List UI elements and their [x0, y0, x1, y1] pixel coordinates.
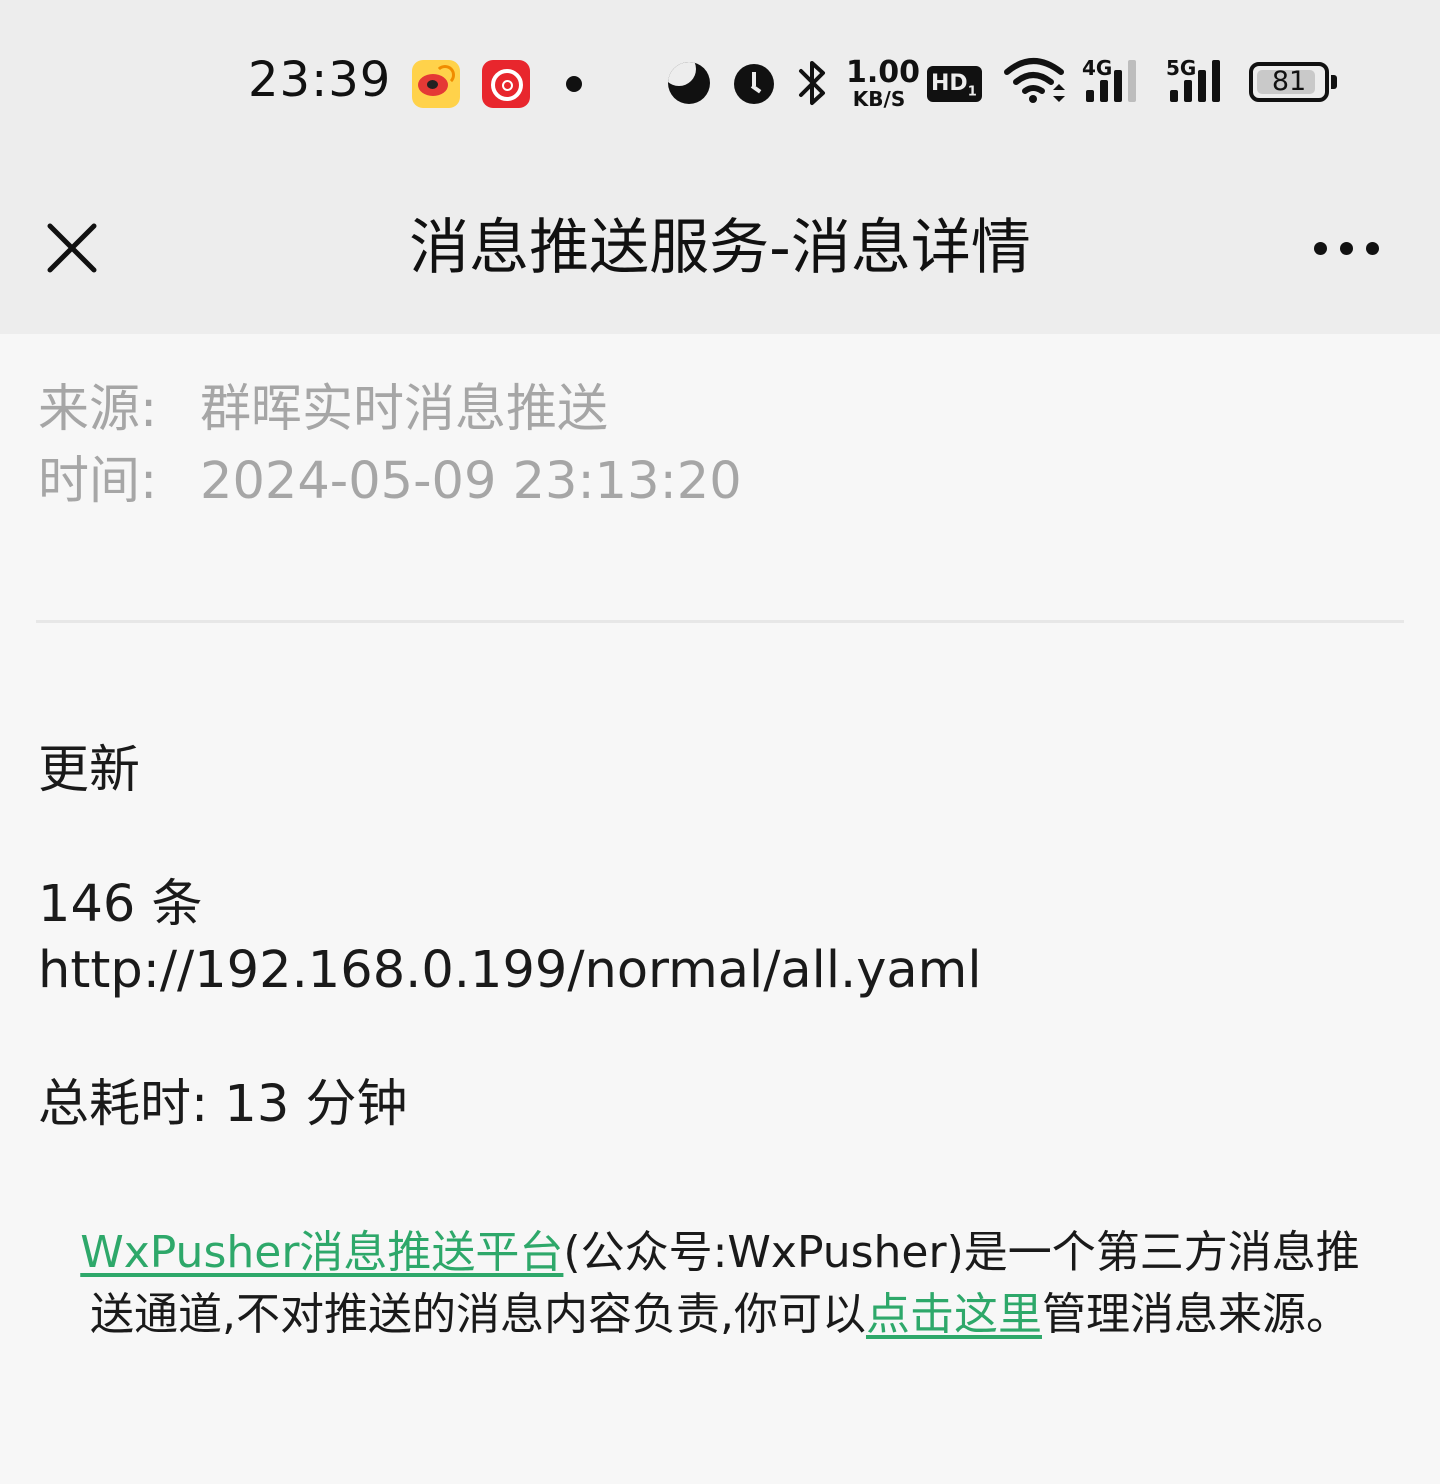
weibo-icon: [412, 60, 460, 108]
hd-label: HD: [931, 71, 968, 96]
battery-level: 81: [1271, 66, 1307, 97]
wxpusher-platform-link[interactable]: WxPusher消息推送平台: [80, 1227, 563, 1278]
wifi-icon: [1004, 58, 1065, 103]
time-value: 2024-05-09 23:13:20: [200, 452, 742, 511]
time-label: 时间:: [38, 452, 158, 511]
more-icon[interactable]: [1312, 236, 1380, 260]
source-row: 来源: 群晖实时消息推送: [38, 374, 742, 446]
alarm-icon: [734, 64, 774, 104]
status-bar: 23:39 1.00 KB/S HD1 4G 5G 81: [0, 0, 1440, 170]
manage-source-link[interactable]: 点击这里: [866, 1289, 1042, 1340]
network-speed-value: 1.00: [846, 55, 921, 90]
do-not-disturb-moon-icon: [668, 62, 710, 104]
disclaimer-text-2: 管理消息来源。: [1041, 1289, 1350, 1340]
signal-4g-label: 4G: [1082, 56, 1113, 80]
message-heading: 更新: [38, 741, 141, 800]
more-notifications-dot-icon: [566, 76, 582, 92]
cellular-signal-5g-icon: 5G: [1166, 56, 1226, 104]
cellular-signal-4g-icon: 4G: [1082, 56, 1142, 104]
message-count: 146 条: [38, 875, 203, 934]
bluetooth-icon: [799, 61, 825, 105]
divider: [36, 620, 1404, 623]
netease-cloud-music-icon: [482, 60, 530, 108]
close-icon[interactable]: [40, 216, 104, 280]
status-time: 23:39: [248, 52, 392, 108]
top-navigation-bar: 消息推送服务-消息详情: [0, 170, 1440, 334]
message-duration: 总耗时: 13 分钟: [38, 1075, 408, 1134]
network-speed: 1.00 KB/S: [846, 55, 921, 111]
time-row: 时间: 2024-05-09 23:13:20: [38, 446, 742, 518]
battery-icon: 81: [1249, 62, 1337, 102]
disclaimer-footer: WxPusher消息推送平台(公众号:WxPusher)是一个第三方消息推送通道…: [64, 1222, 1376, 1346]
hd-voice-icon: HD1: [927, 66, 982, 102]
page-title: 消息推送服务-消息详情: [409, 213, 1031, 283]
message-meta: 来源: 群晖实时消息推送 时间: 2024-05-09 23:13:20: [38, 374, 742, 518]
source-label: 来源:: [38, 380, 158, 439]
message-url: http://192.168.0.199/normal/all.yaml: [38, 941, 982, 1000]
network-speed-unit: KB/S: [852, 87, 906, 111]
signal-5g-label: 5G: [1166, 56, 1197, 80]
source-value: 群晖实时消息推送: [200, 380, 609, 439]
